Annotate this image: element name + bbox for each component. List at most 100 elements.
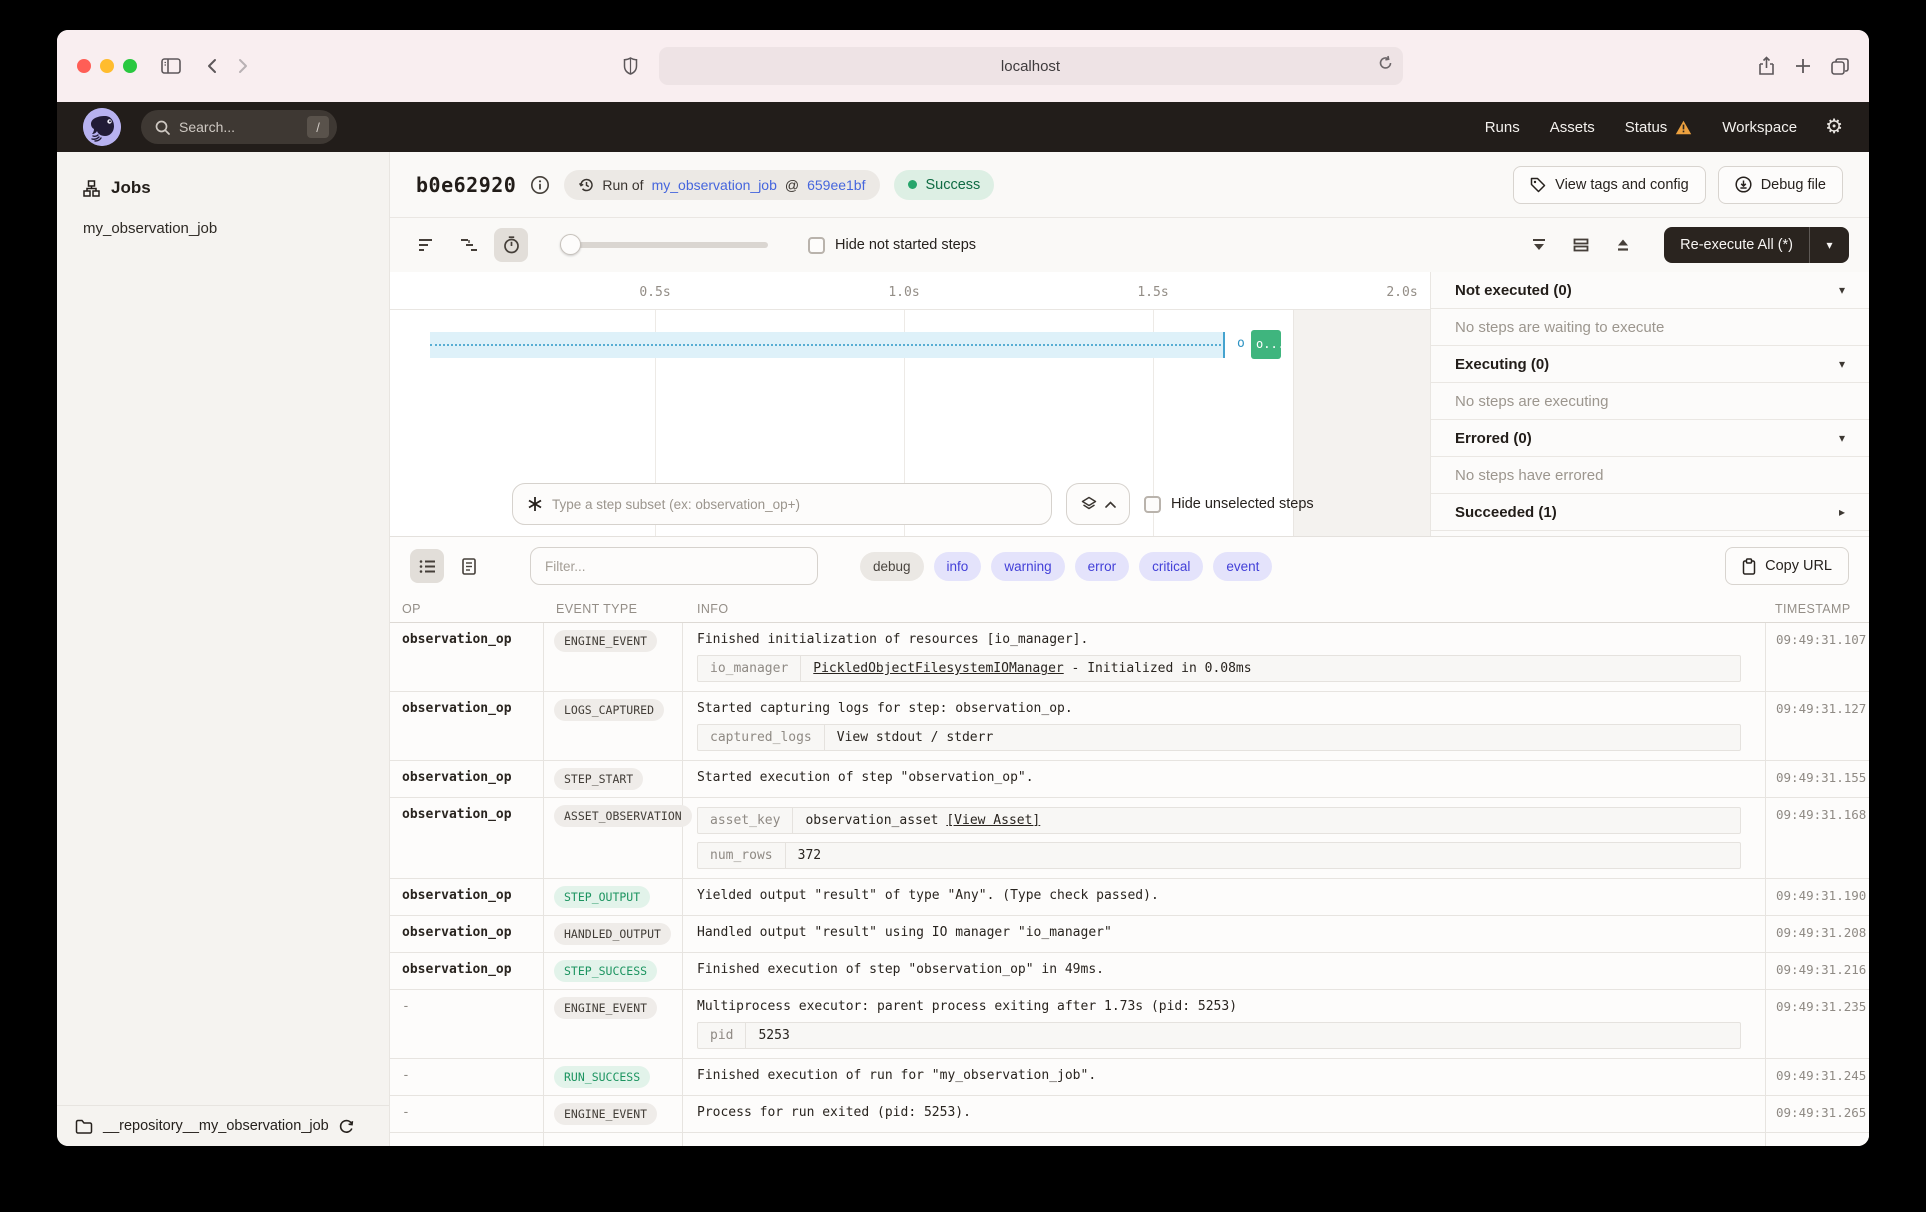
column-op: OP (390, 602, 544, 616)
log-row[interactable]: -ENGINE_EVENT Multiprocess executor: pare… (390, 990, 1869, 1059)
log-row[interactable]: observation_opSTEP_SUCCESSFinished execu… (390, 953, 1869, 990)
share-icon[interactable] (1758, 56, 1775, 76)
column-timestamp: TIMESTAMP (1765, 602, 1869, 616)
close-window-button[interactable] (77, 59, 91, 73)
status-section-header[interactable]: Not executed (0)▾ (1431, 272, 1869, 309)
timed-view-icon[interactable] (494, 228, 528, 262)
log-row[interactable]: observation_opSTEP_OUTPUTYielded output … (390, 879, 1869, 916)
step-bar-observation-op[interactable]: o... (1251, 330, 1281, 359)
debug-file-button[interactable]: Debug file (1718, 166, 1843, 204)
log-op-cell: observation_op (390, 879, 544, 915)
event-type-badge: LOGS_CAPTURED (554, 699, 664, 721)
zoom-window-button[interactable] (123, 59, 137, 73)
log-timestamp: 09:49:31.235 (1765, 990, 1869, 1058)
structured-view-icon[interactable] (452, 549, 486, 583)
refresh-icon[interactable] (339, 1119, 354, 1134)
log-op-cell: - (390, 990, 544, 1058)
rows-view-icon[interactable] (1564, 228, 1598, 262)
copy-url-button[interactable]: Copy URL (1725, 547, 1849, 585)
commit-link[interactable]: 659ee1bf (807, 177, 865, 193)
chrome-actions (1758, 56, 1849, 76)
list-view-icon[interactable] (410, 549, 444, 583)
graph-options-button[interactable] (1066, 483, 1130, 525)
log-op-cell: observation_op (390, 692, 544, 760)
log-timestamp: 09:49:31.216 (1765, 953, 1869, 989)
nav-workspace[interactable]: Workspace (1722, 119, 1797, 136)
search-input[interactable] (179, 119, 298, 135)
log-row[interactable]: observation_opHANDLED_OUTPUTHandled outp… (390, 916, 1869, 953)
log-info-text: Started execution of step "observation_o… (697, 770, 1751, 785)
sidebar-toggle-icon[interactable] (155, 51, 187, 81)
global-search[interactable]: / (141, 110, 337, 144)
reload-icon[interactable] (1378, 55, 1393, 71)
job-link[interactable]: my_observation_job (652, 177, 777, 193)
info-icon[interactable] (530, 175, 550, 195)
tab-overview-icon[interactable] (1831, 58, 1849, 75)
run-of-label: Run of (602, 177, 643, 193)
log-kv-link[interactable]: PickledObjectFilesystemIOManager (813, 661, 1063, 676)
step-subset-input[interactable] (552, 497, 1037, 512)
log-row[interactable]: observation_opSTEP_STARTStarted executio… (390, 761, 1869, 798)
status-section-header[interactable]: Executing (0)▾ (1431, 346, 1869, 383)
level-filter-info[interactable]: info (934, 552, 982, 581)
new-tab-icon[interactable] (1795, 58, 1811, 74)
success-dot-icon (908, 180, 917, 189)
filler-info (683, 1133, 1765, 1146)
log-type-cell: ENGINE_EVENT (544, 990, 683, 1058)
shield-icon[interactable] (615, 51, 647, 81)
repository-name[interactable]: __repository__my_observation_job (103, 1118, 329, 1134)
app-body: Jobs my_observation_job __repository__my… (57, 152, 1869, 1146)
hide-not-started-checkbox[interactable] (808, 237, 825, 254)
log-info-text: Multiprocess executor: parent process ex… (697, 999, 1751, 1014)
eject-icon[interactable] (1606, 228, 1640, 262)
log-timestamp: 09:49:31.245 (1765, 1059, 1869, 1095)
reexecute-all-button[interactable]: Re-execute All (*) (1664, 227, 1809, 263)
status-section-title: Succeeded (1) (1455, 504, 1557, 521)
log-type-cell: STEP_OUTPUT (544, 879, 683, 915)
url-bar[interactable]: localhost (659, 47, 1403, 85)
flatten-steps-icon[interactable] (410, 228, 444, 262)
hide-unselected-checkbox[interactable] (1144, 496, 1161, 513)
step-waiting-band[interactable] (430, 332, 1225, 358)
log-kv-value: observation_asset [View Asset] (793, 808, 1052, 833)
nav-status[interactable]: Status (1625, 119, 1693, 136)
log-info-text: Process for run exited (pid: 5253). (697, 1105, 1751, 1120)
event-type-badge: STEP_SUCCESS (554, 960, 657, 982)
nav-assets[interactable]: Assets (1550, 119, 1595, 136)
level-filter-error[interactable]: error (1075, 552, 1130, 581)
status-section-header[interactable]: Errored (0)▾ (1431, 420, 1869, 457)
level-filter-warning[interactable]: warning (991, 552, 1064, 581)
log-info-cell: Process for run exited (pid: 5253). (683, 1096, 1765, 1132)
zoom-slider-handle[interactable] (560, 234, 581, 255)
log-row[interactable]: observation_opENGINE_EVENTFinished initi… (390, 623, 1869, 692)
sidebar-item-job[interactable]: my_observation_job (57, 212, 389, 245)
op-selector-icon (527, 496, 543, 512)
reexecute-dropdown-caret[interactable]: ▾ (1809, 227, 1849, 263)
log-kv-link[interactable]: [View Asset] (946, 813, 1040, 828)
level-filter-critical[interactable]: critical (1139, 552, 1203, 581)
level-filter-debug[interactable]: debug (860, 552, 924, 581)
event-type-badge: ENGINE_EVENT (554, 630, 657, 652)
chevron-right-icon: ▸ (1839, 505, 1845, 519)
log-row[interactable]: -ENGINE_EVENTProcess for run exited (pid… (390, 1096, 1869, 1133)
status-section-header[interactable]: Succeeded (1) ▸ (1431, 494, 1869, 531)
log-filter-input[interactable] (545, 559, 803, 574)
waterfall-view-icon[interactable] (452, 228, 486, 262)
view-tags-config-button[interactable]: View tags and config (1513, 166, 1706, 204)
log-row[interactable]: observation_opASSET_OBSERVATIONasset_key… (390, 798, 1869, 879)
log-row[interactable]: -RUN_SUCCESSFinished execution of run fo… (390, 1059, 1869, 1096)
forward-icon[interactable] (227, 51, 259, 81)
minimize-window-button[interactable] (100, 59, 114, 73)
log-row[interactable]: observation_opLOGS_CAPTUREDStarted captu… (390, 692, 1869, 761)
level-filter-event[interactable]: event (1213, 552, 1272, 581)
gear-icon[interactable]: ⚙ (1825, 117, 1843, 137)
run-actions: View tags and config Debug file (1513, 166, 1843, 204)
collapse-all-icon[interactable] (1522, 228, 1556, 262)
log-kv-box: asset_keyobservation_asset [View Asset] (697, 807, 1741, 834)
back-icon[interactable] (195, 51, 227, 81)
nav-runs[interactable]: Runs (1485, 119, 1520, 136)
zoom-slider[interactable] (562, 242, 768, 248)
log-kv-key: captured_logs (698, 725, 825, 750)
dagster-logo[interactable] (83, 108, 121, 146)
clipboard-icon (1742, 558, 1756, 575)
